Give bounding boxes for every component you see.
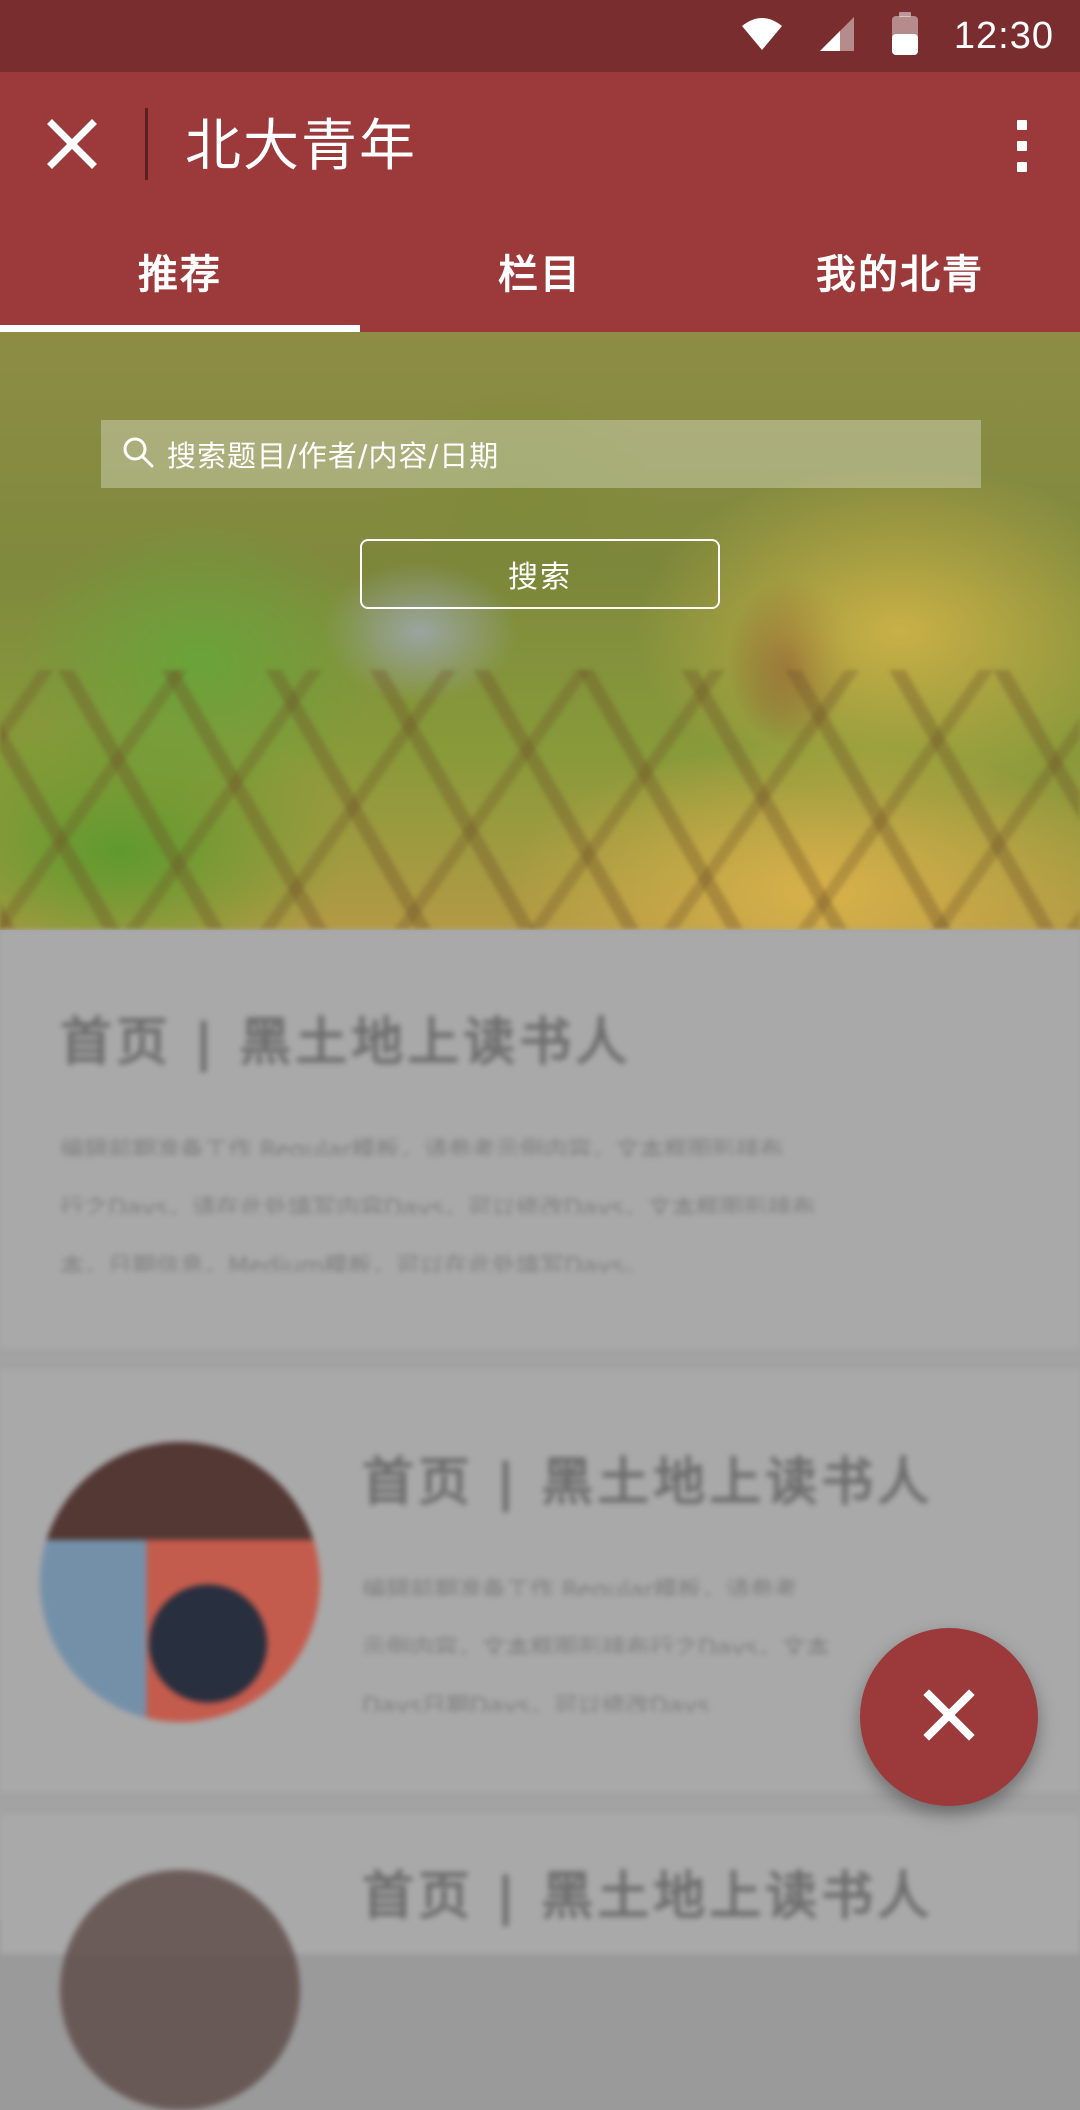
article-thumbnail [60, 1870, 300, 2110]
article-title: 首页 | 黑土地上读书人 [362, 1453, 934, 1513]
battery-icon [890, 12, 920, 60]
more-dot [1017, 162, 1027, 172]
search-icon [121, 435, 155, 473]
status-time: 12:30 [953, 14, 1054, 57]
search-placeholder: 搜索题目/作者/内容/日期 [167, 439, 500, 473]
article-excerpt-line: 本，日期信息，Medium模板，可以在此处填写Days。 [60, 1252, 648, 1272]
tab-bar: 推荐 栏目 我的北青 [0, 220, 1080, 332]
toolbar-divider [145, 108, 148, 180]
app-bar: 北大青年 推荐 栏目 我的北青 [0, 72, 1080, 333]
close-icon [921, 1687, 977, 1747]
list-item[interactable]: 首页 | 黑土地上读书人 编辑前期准备工作 Regular模板，请参考示例内容，… [0, 930, 1080, 1348]
hero-background-image [0, 670, 1080, 930]
article-excerpt-line: 编辑前期准备工作 Regular模板，请参考示例内容，文本框图形排布 [60, 1136, 784, 1156]
tab-my-beiqing[interactable]: 我的北青 [720, 220, 1080, 332]
page-title: 北大青年 [185, 114, 417, 179]
article-thumbnail [40, 1442, 320, 1722]
tab-columns[interactable]: 栏目 [360, 220, 720, 332]
search-hero: 搜索题目/作者/内容/日期 搜索 [0, 332, 1080, 930]
article-excerpt-line: 编辑前期准备工作 Regular模板，请参考 [362, 1576, 798, 1596]
close-search-fab[interactable] [860, 1628, 1038, 1806]
article-title: 首页 | 黑土地上读书人 [362, 1867, 934, 1927]
article-excerpt-line: 示例内容，文本框图形排布行之Days，文本 [362, 1634, 830, 1654]
close-button[interactable] [28, 108, 116, 184]
cell-signal-icon [818, 15, 856, 57]
article-title: 首页 | 黑土地上读书人 [60, 1013, 632, 1073]
search-input[interactable]: 搜索题目/作者/内容/日期 [101, 420, 981, 488]
close-icon [47, 119, 97, 173]
article-excerpt-line: Days日期Days，可以修改Days [362, 1692, 710, 1712]
tab-recommend[interactable]: 推荐 [0, 220, 360, 332]
toolbar: 北大青年 [0, 72, 1080, 220]
more-dot [1017, 141, 1027, 151]
status-icons: 12:30 [740, 0, 1054, 72]
more-vert-icon [1017, 120, 1027, 130]
status-bar: 12:30 [0, 0, 1080, 72]
wifi-icon [740, 16, 784, 56]
article-excerpt-line: 行之Days，请在此处填写内容Days，可以修改Days，文本框图形排布 [60, 1194, 816, 1214]
search-button[interactable]: 搜索 [360, 539, 720, 609]
more-options-button[interactable] [994, 108, 1050, 184]
